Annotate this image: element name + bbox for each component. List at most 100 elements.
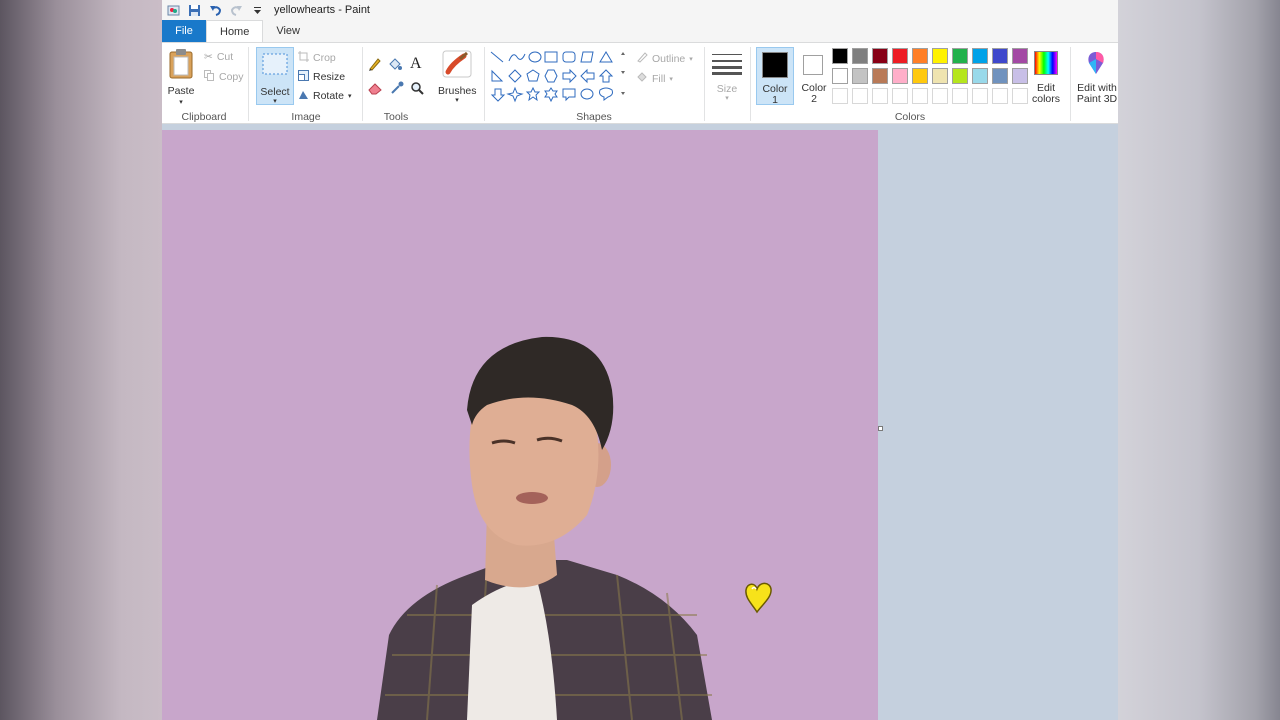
palette-swatch[interactable] xyxy=(852,48,868,64)
palette-swatch[interactable] xyxy=(872,68,888,84)
save-icon[interactable] xyxy=(187,3,201,17)
palette-swatch[interactable] xyxy=(1012,68,1028,84)
shapes-gallery[interactable] xyxy=(490,51,630,103)
paint3d-label-line2: Paint 3D xyxy=(1076,93,1118,105)
cut-button[interactable]: ✂ Cut xyxy=(204,51,233,63)
custom-color-slot[interactable] xyxy=(1012,88,1028,104)
select-dropdown-arrow: ▾ xyxy=(273,98,277,105)
edit-colors-button[interactable]: Edit colors xyxy=(1028,47,1064,105)
video-border-left xyxy=(0,0,162,720)
pencil-icon[interactable] xyxy=(368,57,382,76)
crop-label: Crop xyxy=(313,52,336,64)
rotate-label: Rotate xyxy=(313,90,344,102)
custom-color-slot[interactable] xyxy=(912,88,928,104)
color-1-label-line2: 1 xyxy=(772,94,778,106)
outline-dropdown-arrow: ▾ xyxy=(689,55,693,63)
copy-icon xyxy=(204,70,215,84)
palette-swatch[interactable] xyxy=(972,68,988,84)
video-border-right xyxy=(1118,0,1280,720)
resize-button[interactable]: Resize xyxy=(298,70,345,84)
fill-bucket-icon[interactable] xyxy=(388,57,402,76)
palette-swatch[interactable] xyxy=(972,48,988,64)
tab-file[interactable]: File xyxy=(162,20,206,42)
size-button[interactable]: Size ▾ xyxy=(710,49,744,105)
edit-with-paint3d-button[interactable]: Edit with Paint 3D xyxy=(1072,47,1118,105)
crop-button[interactable]: Crop xyxy=(298,51,336,65)
divider xyxy=(248,47,249,121)
custom-color-slot[interactable] xyxy=(932,88,948,104)
palette-swatch[interactable] xyxy=(892,68,908,84)
copy-button[interactable]: Copy xyxy=(204,70,244,84)
ribbon-tabs: File Home View xyxy=(162,20,1118,42)
redo-icon[interactable] xyxy=(229,3,243,17)
palette-swatch[interactable] xyxy=(952,48,968,64)
palette-swatch[interactable] xyxy=(912,68,928,84)
tab-view[interactable]: View xyxy=(263,20,313,42)
tab-home[interactable]: Home xyxy=(206,20,264,42)
outline-button[interactable]: Outline ▾ xyxy=(636,51,693,66)
window-title: yellowhearts - Paint xyxy=(274,4,370,16)
palette-swatch[interactable] xyxy=(952,68,968,84)
drawing-canvas[interactable] xyxy=(162,130,878,720)
palette-swatch[interactable] xyxy=(992,48,1008,64)
palette-swatch[interactable] xyxy=(832,48,848,64)
paste-icon xyxy=(169,49,193,84)
color-2-button[interactable]: Color 2 xyxy=(796,47,832,105)
custom-color-slot[interactable] xyxy=(992,88,1008,104)
resize-label: Resize xyxy=(313,71,346,83)
canvas-resize-handle[interactable] xyxy=(878,426,883,431)
fill-button[interactable]: Fill ▾ xyxy=(636,71,673,86)
fill-icon xyxy=(636,71,648,86)
magnifier-icon[interactable] xyxy=(410,81,424,100)
rotate-dropdown-arrow: ▾ xyxy=(347,93,352,100)
paint3d-icon xyxy=(1086,51,1106,80)
color-2-swatch xyxy=(803,55,823,75)
custom-color-slot[interactable] xyxy=(892,88,908,104)
edit-colors-label-line2: colors xyxy=(1031,93,1060,105)
quick-access-toolbar xyxy=(162,0,264,20)
custom-color-slot[interactable] xyxy=(872,88,888,104)
outline-icon xyxy=(636,51,648,66)
paint-app-icon[interactable] xyxy=(166,3,180,17)
paste-button[interactable]: Paste ▾ xyxy=(166,47,196,107)
palette-swatch[interactable] xyxy=(872,48,888,64)
line-width-icon xyxy=(712,53,742,80)
yellow-heart-sticker xyxy=(745,582,772,614)
palette-swatch[interactable] xyxy=(992,68,1008,84)
palette-swatch[interactable] xyxy=(1012,48,1028,64)
divider xyxy=(484,47,485,121)
outline-label: Outline xyxy=(652,52,686,65)
selection-rect-icon xyxy=(262,53,288,80)
custom-color-slot[interactable] xyxy=(852,88,868,104)
rotate-icon xyxy=(298,89,309,103)
brushes-button[interactable]: Brushes ▾ xyxy=(438,47,477,107)
custom-color-slot[interactable] xyxy=(832,88,848,104)
select-button[interactable]: Select ▾ xyxy=(256,47,294,105)
customize-toolbar-icon[interactable] xyxy=(250,3,264,17)
palette-swatch[interactable] xyxy=(892,48,908,64)
divider xyxy=(750,47,751,121)
clipboard-group-label: Clipboard xyxy=(181,111,227,123)
colors-group-label: Colors xyxy=(894,111,926,123)
resize-icon xyxy=(298,70,309,84)
palette-swatch[interactable] xyxy=(912,48,928,64)
eraser-icon[interactable] xyxy=(368,81,382,100)
rotate-button[interactable]: Rotate ▾ xyxy=(298,89,351,103)
brush-icon xyxy=(442,50,472,83)
copy-label: Copy xyxy=(219,71,244,83)
custom-color-slot[interactable] xyxy=(952,88,968,104)
palette-swatch[interactable] xyxy=(852,68,868,84)
text-icon[interactable]: A xyxy=(410,55,422,73)
palette-swatch[interactable] xyxy=(832,68,848,84)
undo-icon[interactable] xyxy=(208,3,222,17)
color-picker-icon[interactable] xyxy=(390,81,404,100)
color-palette xyxy=(832,48,1032,108)
palette-swatch[interactable] xyxy=(932,68,948,84)
custom-color-slot[interactable] xyxy=(972,88,988,104)
color-1-button[interactable]: Color 1 xyxy=(756,47,794,106)
brushes-dropdown-arrow: ▾ xyxy=(455,97,459,104)
fill-label: Fill xyxy=(652,72,666,85)
size-dropdown-arrow: ▾ xyxy=(725,95,729,102)
cut-label: Cut xyxy=(216,51,234,63)
palette-swatch[interactable] xyxy=(932,48,948,64)
